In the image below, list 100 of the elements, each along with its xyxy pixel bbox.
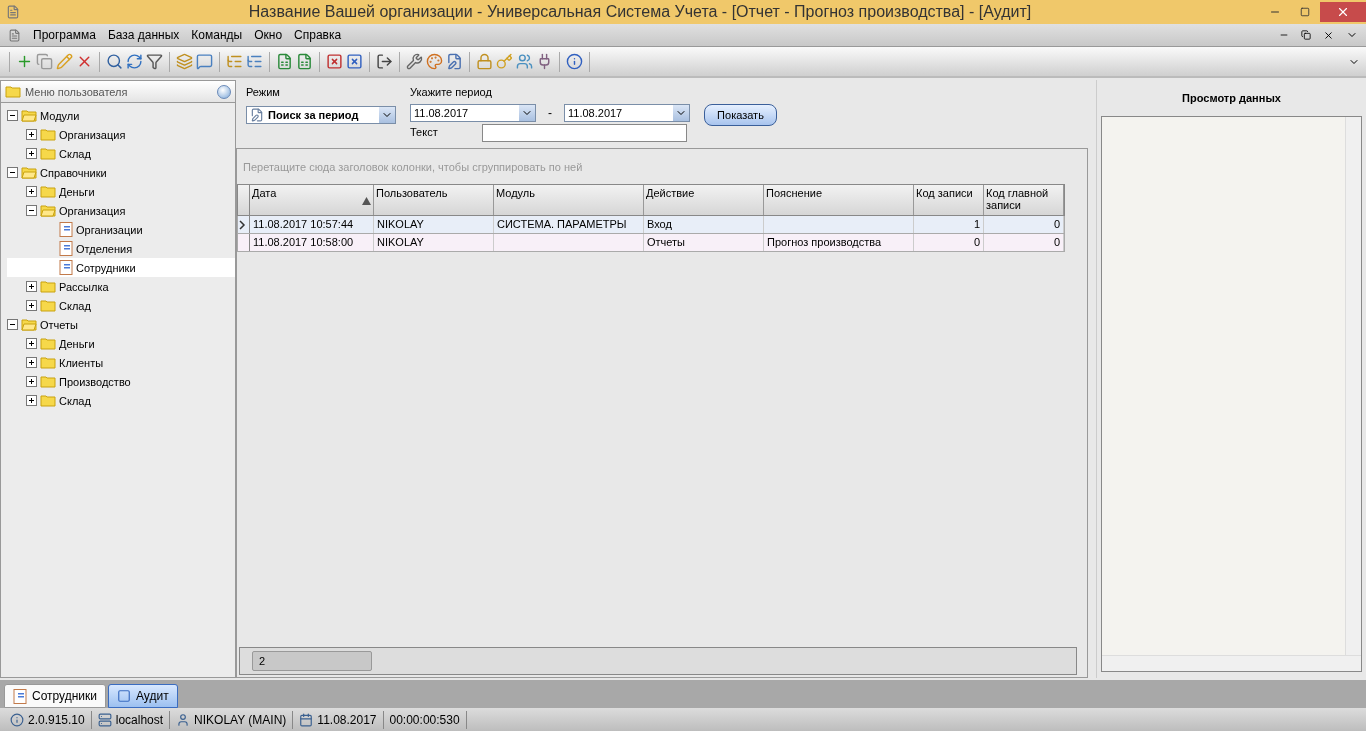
table-cell: 11.08.2017 10:58:00 [250, 234, 374, 251]
orb-icon[interactable] [217, 84, 231, 99]
info-icon [10, 712, 24, 727]
row-pointer-icon [238, 219, 246, 230]
document-icon [59, 241, 73, 256]
add-icon[interactable] [16, 53, 33, 70]
refresh-icon[interactable] [126, 53, 143, 70]
filter-icon[interactable] [146, 53, 163, 70]
tree-icon[interactable] [246, 53, 263, 70]
form-icon[interactable] [446, 53, 463, 70]
dropdown-icon[interactable] [673, 105, 689, 121]
spreadsheet-icon[interactable] [296, 53, 313, 70]
expand-icon[interactable] [26, 186, 37, 197]
expand-icon[interactable] [26, 129, 37, 140]
column-header[interactable]: Пояснение [764, 185, 914, 215]
expand-icon[interactable] [26, 395, 37, 406]
window-close-icon[interactable] [326, 53, 343, 70]
tree-item[interactable]: Деньги [7, 334, 235, 353]
search-icon[interactable] [106, 53, 123, 70]
exit-icon[interactable] [376, 53, 393, 70]
close-icon[interactable] [1323, 29, 1334, 41]
menu-item[interactable]: Команды [191, 28, 243, 42]
tree-item[interactable]: Отчеты [7, 315, 235, 334]
tree-label: Справочники [40, 166, 107, 179]
spreadsheet-icon[interactable] [276, 53, 293, 70]
document-tab[interactable]: Сотрудники [4, 684, 106, 708]
column-header[interactable]: Пользователь [374, 185, 494, 215]
tree-item[interactable]: Модули [7, 106, 235, 125]
table-cell: Отчеты [644, 234, 764, 251]
info-icon[interactable] [566, 53, 583, 70]
tree-item[interactable]: Склад [7, 296, 235, 315]
expand-icon[interactable] [26, 148, 37, 159]
tree-item[interactable]: Рассылка [7, 277, 235, 296]
users-icon[interactable] [516, 53, 533, 70]
folder-icon [40, 299, 56, 312]
dropdown-icon[interactable] [519, 105, 535, 121]
show-button[interactable]: Показать [704, 104, 777, 126]
column-header[interactable]: Дата [250, 185, 374, 215]
expand-icon[interactable] [26, 338, 37, 349]
restore-icon[interactable] [1301, 30, 1311, 40]
tree-item[interactable]: Сотрудники [7, 258, 235, 277]
window-close-icon[interactable] [346, 53, 363, 70]
tree-item[interactable]: Организация [7, 201, 235, 220]
window-icon [117, 689, 131, 703]
field-label: Укажите период [410, 86, 493, 98]
sidebar-title: Меню пользователя [25, 85, 129, 98]
expand-icon[interactable] [26, 357, 37, 368]
tools-icon[interactable] [406, 53, 423, 70]
lock-icon[interactable] [476, 53, 493, 70]
table-cell: 11.08.2017 10:57:44 [250, 216, 374, 233]
tree-item[interactable]: Склад [7, 144, 235, 163]
menu-item[interactable]: Окно [254, 28, 283, 42]
document-tab[interactable]: Аудит [108, 684, 178, 708]
tree-item[interactable]: Справочники [7, 163, 235, 182]
layers-icon[interactable] [176, 53, 193, 70]
folder-icon [40, 280, 56, 293]
collapse-icon[interactable] [7, 167, 18, 178]
tree-item[interactable]: Организации [7, 220, 235, 239]
date-field[interactable]: 11.08.2017 [564, 104, 690, 122]
column-header[interactable]: Код главной записи [984, 185, 1064, 215]
menu-item[interactable]: Программа [33, 28, 96, 42]
tree-item[interactable]: Отделения [7, 239, 235, 258]
expand-icon[interactable] [26, 281, 37, 292]
tree-item[interactable]: Деньги [7, 182, 235, 201]
date-separator: - [548, 106, 552, 120]
date-field[interactable]: 11.08.2017 [410, 104, 536, 122]
table-cell: 1 [914, 216, 984, 233]
maximize-icon [1300, 7, 1310, 17]
mode-dropdown[interactable]: Поиск за период [246, 106, 396, 124]
collapse-icon[interactable] [7, 110, 18, 121]
column-header[interactable]: Код записи [914, 185, 984, 215]
copy-icon[interactable] [36, 53, 53, 70]
expand-icon[interactable] [26, 300, 37, 311]
status-text: 11.08.2017 [317, 712, 377, 727]
tree-icon[interactable] [226, 53, 243, 70]
user-icon [176, 712, 191, 727]
folder-icon [5, 85, 21, 98]
column-header[interactable]: Модуль [494, 185, 644, 215]
column-header[interactable]: Действие [644, 185, 764, 215]
table-row[interactable]: 11.08.2017 10:57:44 NIKOLAY СИСТЕМА. ПАРАМЕТРЫ Вход 1 0 [237, 216, 1065, 234]
tree-item[interactable]: Организация [7, 125, 235, 144]
text-field[interactable] [481, 124, 687, 142]
menu-item[interactable]: Справка [294, 28, 342, 42]
tree-item[interactable]: Склад [7, 391, 235, 410]
tree-label: Деньги [59, 337, 95, 350]
folder-icon [40, 128, 56, 141]
tree-item[interactable]: Клиенты [7, 353, 235, 372]
folder-icon [40, 356, 56, 369]
table-row[interactable]: 11.08.2017 10:58:00 NIKOLAY Отчеты Прогноз производства 0 0 [237, 234, 1065, 252]
chat-icon[interactable] [196, 53, 213, 70]
collapse-icon[interactable] [26, 205, 37, 216]
expand-icon[interactable] [26, 376, 37, 387]
dropdown-icon[interactable] [379, 107, 395, 123]
tree-label: Клиенты [59, 356, 104, 369]
window-title: Название Вашей организации - Универсальная Система Учета - [Отчет - Прогноз производства] - [Аудит] [247, 3, 1033, 21]
menu-item[interactable]: База данных [107, 28, 180, 42]
palette-icon[interactable] [426, 53, 443, 70]
tree-item[interactable]: Производство [7, 372, 235, 391]
table-cell: NIKOLAY [374, 234, 494, 251]
collapse-icon[interactable] [7, 319, 18, 330]
